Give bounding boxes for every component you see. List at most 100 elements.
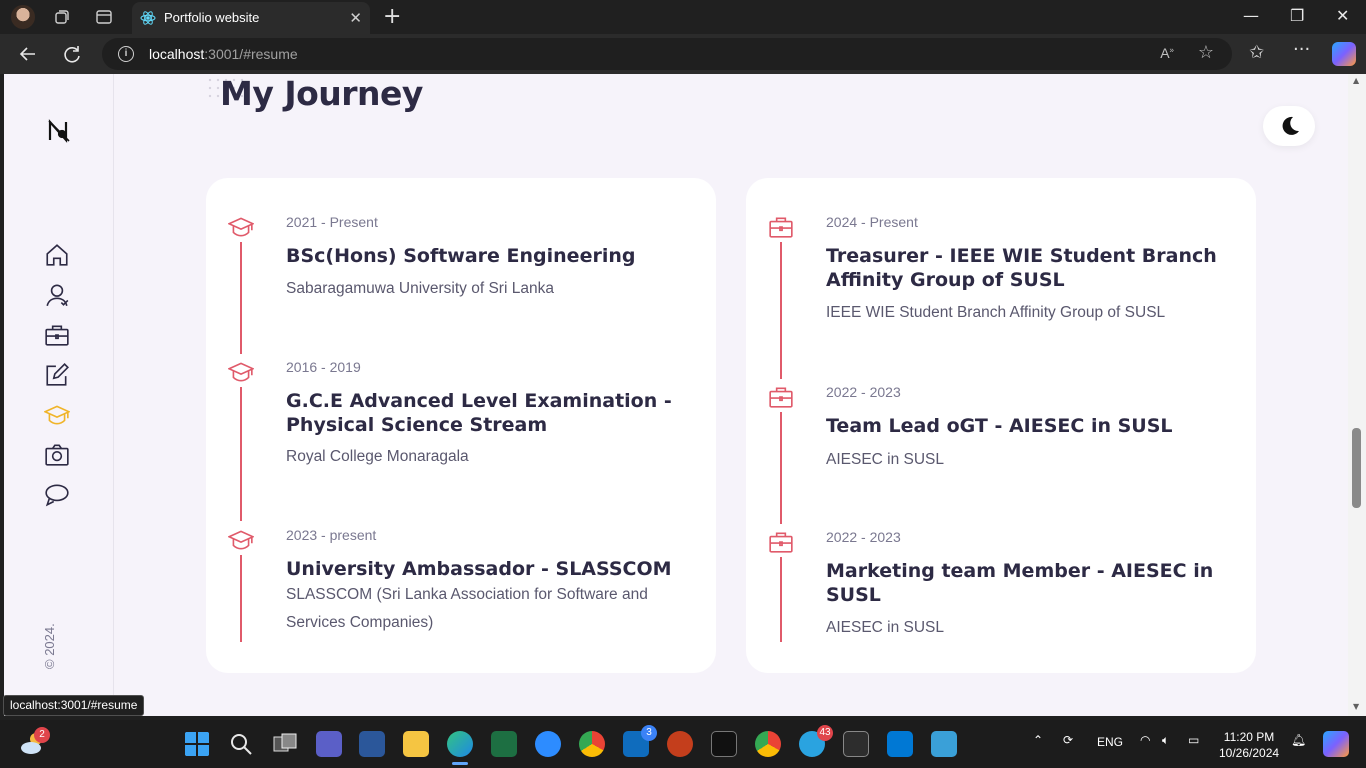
read-aloud-icon[interactable]: A»	[1160, 45, 1174, 61]
item-title: Team Lead oGT - AIESEC in SUSL	[826, 415, 1173, 437]
tab-actions-icon[interactable]	[95, 8, 113, 26]
item-organization: Sabaragamuwa University of Sri Lanka	[286, 280, 554, 297]
start-icon[interactable]	[184, 731, 210, 757]
copilot-taskbar-icon[interactable]	[1323, 731, 1349, 757]
system-clock[interactable]: 11:20 PM 10/26/2024	[1219, 729, 1279, 761]
url-text[interactable]: localhost:3001/#resume	[149, 46, 298, 62]
restore-icon[interactable]: ❐	[1290, 6, 1304, 25]
status-bar-url: localhost:3001/#resume	[3, 695, 145, 716]
chevron-up-icon[interactable]: ⌃	[1033, 733, 1043, 747]
item-title: Treasurer - IEEE WIE Student Branch Affi…	[826, 245, 1217, 291]
notification-bell-icon[interactable]: 🔔︎	[1291, 733, 1306, 747]
graduation-cap-icon[interactable]	[44, 402, 70, 428]
chrome-profile-icon[interactable]	[755, 731, 781, 757]
wifi-icon[interactable]: ◠	[1140, 733, 1150, 747]
tab-portfolio[interactable]: Portfolio website ✕	[132, 2, 370, 34]
profile-avatar[interactable]	[11, 5, 35, 29]
scrollbar-thumb[interactable]	[1352, 428, 1361, 508]
graduation-cap-icon	[228, 362, 254, 382]
copilot-icon[interactable]	[1332, 42, 1356, 66]
word-icon[interactable]	[359, 731, 385, 757]
tab-title: Portfolio website	[164, 10, 260, 25]
user-icon[interactable]	[44, 282, 70, 308]
address-toolbar: i localhost:3001/#resume A» ☆ ✩ ···	[0, 34, 1366, 74]
item-organization: IEEE WIE Student Branch Affinity Group o…	[826, 304, 1166, 321]
mail-icon[interactable]: 3	[623, 725, 657, 757]
briefcase-icon	[769, 217, 793, 238]
search-icon[interactable]	[228, 731, 254, 757]
telegram-icon[interactable]: 43	[799, 725, 833, 757]
address-bar[interactable]: i localhost:3001/#resume A» ☆	[102, 38, 1232, 70]
sidebar: © 2024.	[4, 74, 114, 716]
portfolio-page: © 2024. My Journey 2021 - Present BSc(Ho…	[4, 74, 1348, 716]
moon-icon	[1282, 116, 1299, 135]
item-date: 2024 - Present	[826, 214, 918, 230]
new-tab-icon[interactable]: +	[383, 4, 401, 29]
item-title: G.C.E Advanced Level Examination - Physi…	[286, 390, 672, 436]
teams-icon[interactable]	[316, 731, 342, 757]
graduation-cap-icon	[228, 530, 254, 550]
notepad-icon[interactable]	[931, 731, 957, 757]
experience-card: 2024 - Present Treasurer - IEEE WIE Stud…	[746, 178, 1256, 673]
theme-toggle-button[interactable]	[1263, 106, 1315, 146]
home-icon[interactable]	[44, 242, 70, 268]
browser-tab-bar: Portfolio website ✕ + — ❐ ✕	[0, 0, 1366, 34]
more-options-icon[interactable]: ···	[1293, 39, 1310, 60]
item-date: 2021 - Present	[286, 214, 378, 230]
item-date: 2016 - 2019	[286, 359, 361, 375]
edit-icon[interactable]	[44, 362, 70, 388]
command-prompt-icon[interactable]	[843, 731, 869, 757]
minimize-icon[interactable]: —	[1243, 6, 1259, 25]
window-close-icon[interactable]: ✕	[1336, 6, 1349, 25]
copyright-text: © 2024.	[42, 623, 57, 669]
zoom-icon[interactable]	[535, 731, 561, 757]
edge-icon[interactable]	[447, 731, 473, 757]
scroll-down-arrow-icon[interactable]: ▼	[1353, 702, 1359, 711]
item-organization: SLASSCOM (Sri Lanka Association for Soft…	[286, 586, 648, 631]
battery-icon[interactable]: ▭	[1188, 733, 1199, 747]
item-date: 2022 - 2023	[826, 384, 901, 400]
scroll-up-arrow-icon[interactable]: ▲	[1353, 76, 1359, 85]
powerpoint-icon[interactable]	[667, 731, 693, 757]
item-organization: Royal College Monaragala	[286, 448, 469, 465]
excel-icon[interactable]	[491, 731, 517, 757]
camera-icon[interactable]	[44, 442, 70, 468]
language-indicator[interactable]: ENG	[1097, 735, 1123, 749]
briefcase-icon	[769, 387, 793, 408]
chat-icon[interactable]	[44, 482, 70, 508]
chrome-icon[interactable]	[579, 731, 605, 757]
item-title: University Ambassador - SLASSCOM	[286, 558, 672, 580]
weather-icon[interactable]: 2	[20, 727, 50, 757]
terminal-icon[interactable]	[711, 731, 737, 757]
sync-icon[interactable]: ⟳	[1063, 733, 1073, 747]
file-explorer-icon[interactable]	[403, 731, 429, 757]
favorite-star-icon[interactable]: ☆	[1198, 42, 1214, 63]
timeline-line	[780, 242, 782, 379]
volume-icon[interactable]: 🔈︎	[1162, 733, 1169, 748]
education-card: 2021 - Present BSc(Hons) Software Engine…	[206, 178, 716, 673]
item-organization: AIESEC in SUSL	[826, 619, 945, 636]
page-scrollbar[interactable]: ▲ ▼	[1348, 74, 1366, 716]
site-info-icon[interactable]: i	[118, 46, 134, 62]
timeline-line	[240, 242, 242, 354]
refresh-icon[interactable]	[61, 43, 83, 65]
timeline-line	[240, 555, 242, 642]
item-date: 2023 - present	[286, 527, 377, 543]
item-date: 2022 - 2023	[826, 529, 901, 545]
item-title: BSc(Hons) Software Engineering	[286, 245, 636, 267]
react-icon	[140, 11, 156, 25]
item-organization: AIESEC in SUSL	[826, 451, 945, 468]
workspaces-icon[interactable]	[53, 8, 71, 26]
briefcase-icon[interactable]	[44, 322, 70, 348]
back-icon[interactable]	[17, 43, 39, 65]
logo-icon[interactable]	[46, 118, 72, 144]
task-view-icon[interactable]	[272, 731, 298, 757]
close-tab-icon[interactable]: ✕	[349, 9, 362, 27]
timeline-line	[240, 387, 242, 521]
active-app-indicator	[452, 762, 468, 765]
favorites-icon[interactable]: ✩	[1249, 42, 1264, 63]
page-title: My Journey	[220, 74, 423, 113]
timeline-line	[780, 412, 782, 524]
briefcase-icon	[769, 532, 793, 553]
vscode-icon[interactable]	[887, 731, 913, 757]
